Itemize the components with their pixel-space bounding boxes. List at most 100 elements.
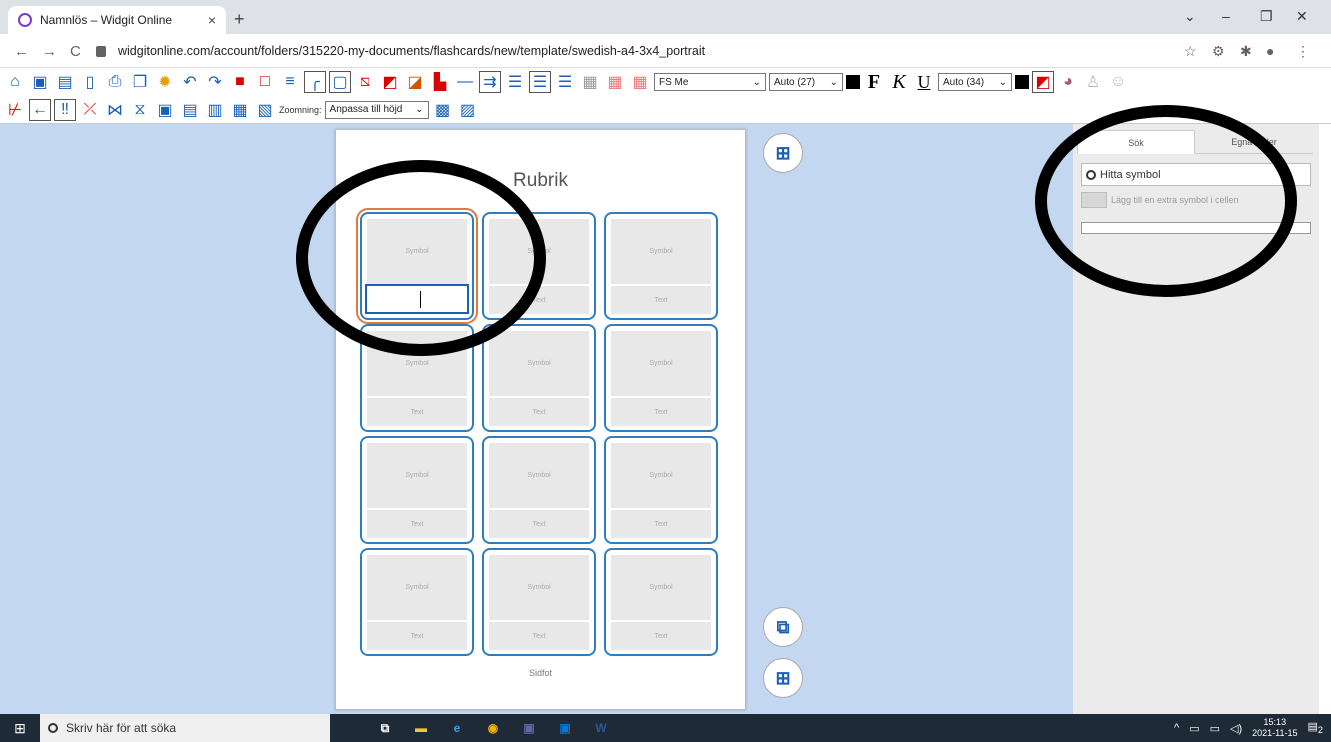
- outlook-icon[interactable]: ▣: [550, 718, 580, 738]
- symbol-size-select[interactable]: Auto (34) ⌄: [938, 73, 1012, 91]
- tab-close-button[interactable]: ×: [208, 12, 216, 28]
- card-text[interactable]: Text: [489, 398, 589, 426]
- color-line-icon[interactable]: ▙: [429, 71, 451, 93]
- page-icon[interactable]: ▥: [204, 99, 226, 121]
- flip-vertical-icon[interactable]: ⧖: [129, 99, 151, 121]
- home-icon[interactable]: ⌂: [4, 71, 26, 93]
- color-palette-icon[interactable]: ◩: [379, 71, 401, 93]
- minimize-button[interactable]: –: [1222, 8, 1230, 24]
- border-color-icon[interactable]: □: [254, 71, 276, 93]
- flashcard-cell[interactable]: Symbol Text: [604, 324, 718, 432]
- card-text[interactable]: Text: [367, 398, 467, 426]
- puzzle-icon[interactable]: ✱: [1240, 43, 1252, 60]
- notification-icon[interactable]: ▤2: [1308, 720, 1324, 735]
- page-footer[interactable]: Sidfot: [336, 668, 745, 678]
- undo-icon[interactable]: ↶: [179, 71, 201, 93]
- card-text[interactable]: Text: [367, 510, 467, 538]
- battery-icon[interactable]: ▭: [1210, 722, 1220, 735]
- no-fill-icon[interactable]: ⧅: [354, 71, 376, 93]
- color-grid-icon[interactable]: ◪: [404, 71, 426, 93]
- word-icon[interactable]: W: [586, 718, 616, 738]
- text-color-swatch[interactable]: [846, 75, 860, 89]
- number-icon[interactable]: ▤: [179, 99, 201, 121]
- file-explorer-icon[interactable]: ▬: [406, 718, 436, 738]
- save-as-icon[interactable]: ▤: [54, 71, 76, 93]
- card-text[interactable]: Text: [611, 286, 711, 314]
- card-text[interactable]: Text: [611, 622, 711, 650]
- duplicate-page-button[interactable]: ⧉: [763, 607, 803, 647]
- back-button[interactable]: ←: [14, 43, 29, 60]
- card-symbol[interactable]: Symbol: [489, 443, 589, 508]
- border-width-icon[interactable]: ≡: [279, 71, 301, 93]
- print-icon[interactable]: ⎙: [104, 71, 126, 93]
- card-symbol[interactable]: Symbol: [489, 331, 589, 396]
- align-center-icon[interactable]: ☰: [529, 71, 551, 93]
- windows-start-icon[interactable]: ⊞: [0, 720, 40, 737]
- copy-icon[interactable]: ❐: [129, 71, 151, 93]
- save-icon[interactable]: ▣: [29, 71, 51, 93]
- address-bar[interactable]: widgitonline.com/account/folders/315220-…: [96, 39, 1256, 63]
- flashcard-cell[interactable]: Symbol Text: [604, 212, 718, 320]
- image-edit-icon[interactable]: ▣: [154, 99, 176, 121]
- card-symbol[interactable]: Symbol: [611, 219, 711, 284]
- card-text[interactable]: Text: [611, 398, 711, 426]
- browser-tab[interactable]: Namnlös – Widgit Online ×: [8, 6, 226, 34]
- symbol-face-icon[interactable]: ☺: [1107, 71, 1129, 93]
- card-text[interactable]: Text: [367, 622, 467, 650]
- table-icon[interactable]: ▦: [579, 71, 601, 93]
- grid-layout-icon[interactable]: ▩: [432, 99, 454, 121]
- arrow-left-icon[interactable]: ←: [29, 98, 51, 121]
- maximize-button[interactable]: ❐: [1260, 8, 1273, 25]
- align-right-icon[interactable]: ☰: [554, 71, 576, 93]
- new-tab-button[interactable]: +: [234, 9, 245, 30]
- card-symbol[interactable]: Symbol: [611, 331, 711, 396]
- new-document-icon[interactable]: ▯: [79, 71, 101, 93]
- flashcard-cell[interactable]: Symbol Text: [604, 436, 718, 544]
- corner-round-icon[interactable]: ╭: [304, 71, 326, 93]
- network-icon[interactable]: ▭: [1189, 722, 1199, 735]
- fill-color-icon[interactable]: ■: [229, 71, 251, 93]
- settings-gear-icon[interactable]: ✹: [154, 71, 176, 93]
- skin-tone-icon[interactable]: ◕: [1057, 71, 1079, 93]
- underline-button[interactable]: U: [913, 71, 935, 93]
- line-icon[interactable]: —: [454, 71, 476, 93]
- task-view-icon[interactable]: ⧉: [370, 718, 400, 738]
- font-size-select[interactable]: Auto (27) ⌄: [769, 73, 843, 91]
- chrome-icon[interactable]: ◉: [478, 718, 508, 738]
- no-symbol-icon[interactable]: ⊬: [4, 99, 26, 121]
- bookmark-star-icon[interactable]: ☆: [1184, 43, 1197, 60]
- extension-icon[interactable]: ⚙: [1212, 43, 1225, 60]
- volume-icon[interactable]: ◁): [1230, 722, 1242, 735]
- italic-button[interactable]: K: [888, 71, 910, 93]
- symbol-color-swatch[interactable]: [1015, 75, 1029, 89]
- pages-icon[interactable]: ▦: [229, 99, 251, 121]
- card-layout-icon[interactable]: ▨: [457, 99, 479, 121]
- text-wrap-icon[interactable]: ⇉: [479, 71, 501, 93]
- reload-button[interactable]: C: [70, 43, 81, 60]
- redo-icon[interactable]: ↷: [204, 71, 226, 93]
- bold-button[interactable]: F: [863, 71, 885, 93]
- card-symbol[interactable]: Symbol: [367, 555, 467, 620]
- flashcard-cell[interactable]: Symbol Text: [604, 548, 718, 656]
- card-text[interactable]: Text: [489, 622, 589, 650]
- forward-button[interactable]: →: [42, 43, 57, 60]
- negate-icon[interactable]: ⤫: [79, 99, 101, 121]
- exclamation-icon[interactable]: ‼: [54, 98, 76, 121]
- add-page-below-button[interactable]: ⊞: [763, 658, 803, 698]
- flashcard-cell[interactable]: Symbol Text: [360, 548, 474, 656]
- page-settings-icon[interactable]: ▧: [254, 99, 276, 121]
- font-select[interactable]: FS Me ⌄: [654, 73, 766, 91]
- card-text[interactable]: Text: [489, 510, 589, 538]
- zoom-select[interactable]: Anpassa till höjd ⌄: [324, 100, 429, 119]
- flip-horizontal-icon[interactable]: ⋈: [104, 99, 126, 121]
- flashcard-cell[interactable]: Symbol Text: [482, 436, 596, 544]
- table-delete-icon[interactable]: ▦: [629, 71, 651, 93]
- add-page-above-button[interactable]: ⊞: [763, 133, 803, 173]
- card-symbol[interactable]: Symbol: [489, 555, 589, 620]
- card-symbol[interactable]: Symbol: [367, 443, 467, 508]
- flashcard-cell[interactable]: Symbol Text: [482, 548, 596, 656]
- card-symbol[interactable]: Symbol: [611, 443, 711, 508]
- card-text[interactable]: Text: [611, 510, 711, 538]
- tab-search-icon[interactable]: ⌄: [1184, 8, 1196, 25]
- symbol-person-icon[interactable]: ♙: [1082, 71, 1104, 93]
